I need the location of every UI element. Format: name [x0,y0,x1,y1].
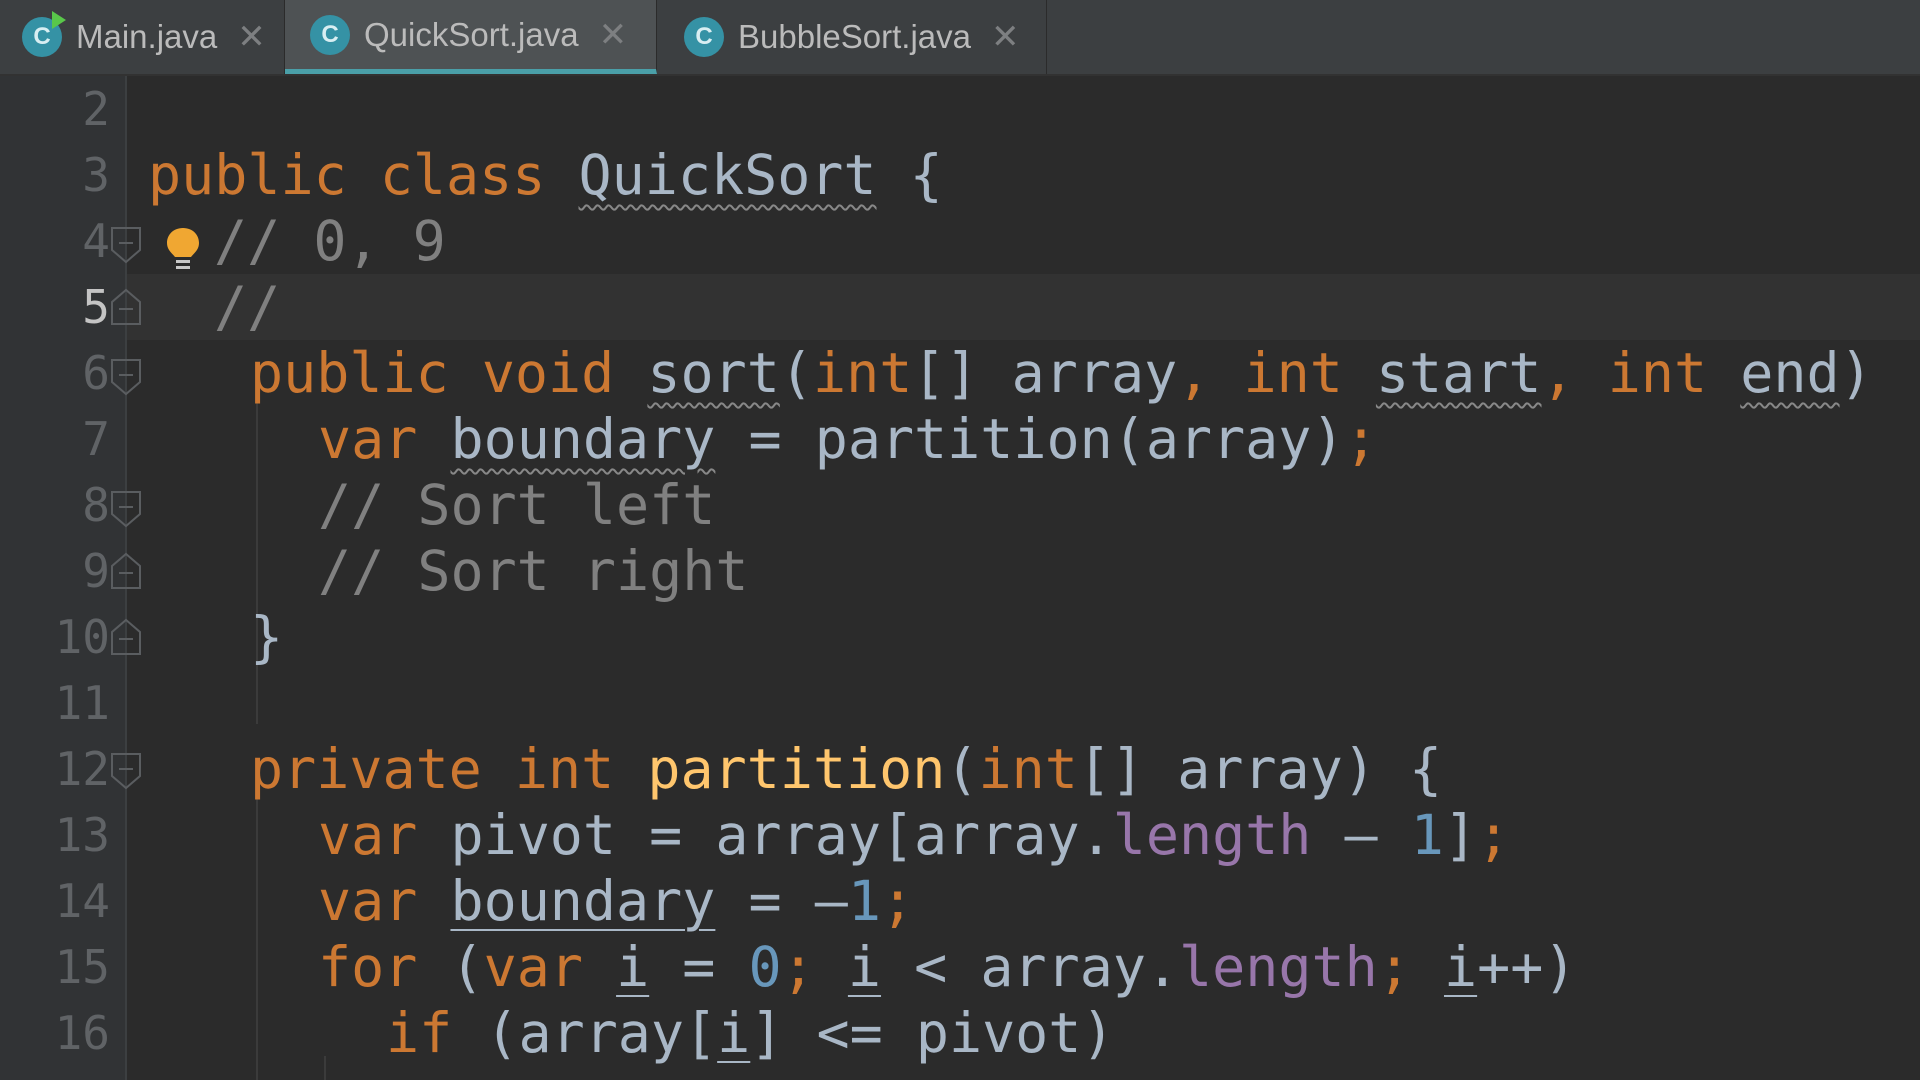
line-number: 4 [82,214,110,268]
code-line-13: var pivot = array[array.length – 1]; [318,803,1511,867]
fold-end-icon[interactable] [110,552,142,590]
code-line-10: } [250,605,284,669]
fold-start-icon[interactable] [110,490,142,528]
line-number: 17 [55,1066,110,1080]
close-icon[interactable]: ✕ [991,20,1020,54]
editor-tab-bar: C Main.java ✕ C QuickSort.java ✕ C Bubbl… [0,0,1920,76]
line-number: 9 [82,544,110,598]
line-number: 2 [82,82,110,136]
tab-label: Main.java [76,18,218,55]
line-number: 11 [54,676,110,730]
variable-boundary: boundary [450,869,716,933]
line-number: 13 [54,808,110,862]
fold-start-icon[interactable] [110,752,142,790]
variable-boundary: boundary [450,407,716,471]
code-line-4: // 0, 9 [214,209,446,273]
method-name: sort [647,341,780,405]
code-line-7: var boundary = partition(array); [318,407,1378,471]
run-badge-icon [52,11,66,29]
fold-end-icon[interactable] [110,288,142,326]
tab-main-java[interactable]: C Main.java ✕ [0,0,285,74]
fold-start-icon[interactable] [110,226,142,264]
line-number: 7 [82,412,110,466]
param-start: start [1375,341,1542,405]
line-number: 3 [82,148,110,202]
current-line-highlight [127,274,1920,340]
line-number: 12 [54,742,110,796]
code-line-16: if (array[i] <= pivot) [386,1001,1115,1065]
line-number: 14 [54,874,110,928]
line-number: 15 [54,940,110,994]
tab-quicksort-java[interactable]: C QuickSort.java ✕ [285,0,657,74]
tab-bubblesort-java[interactable]: C BubbleSort.java ✕ [657,0,1047,74]
lightbulb-icon[interactable] [164,226,202,272]
indent-guide [324,1056,326,1080]
tab-label: BubbleSort.java [738,18,971,55]
line-number: 6 [82,346,110,400]
code-line-6: public void sort(int[] array, int start,… [250,341,1873,405]
param-end: end [1740,341,1840,405]
fold-end-icon[interactable] [110,618,142,656]
code-line-5: // [214,275,281,339]
code-editor[interactable]: 2 3 4 5 6 7 8 9 10 11 12 13 14 15 16 17 [0,76,1920,1080]
tab-label: QuickSort.java [364,15,579,53]
java-class-icon: C [310,14,350,55]
line-number: 8 [82,478,110,532]
code-line-15: for (var i = 0; i < array.length; i++) [318,935,1577,999]
line-number-current: 5 [82,280,110,334]
line-number: 16 [54,1006,110,1060]
code-line-3: public class QuickSort { [148,143,943,207]
indent-guide [256,390,258,724]
close-icon[interactable]: ✕ [237,20,266,54]
code-line-9: // Sort right [318,539,749,603]
code-line-8: // Sort left [318,473,716,537]
code-line-12: private int partition(int[] array) { [250,737,1443,801]
ide-window: C Main.java ✕ C QuickSort.java ✕ C Bubbl… [0,0,1920,1080]
class-name: QuickSort [578,143,877,207]
java-class-icon: C [684,17,724,57]
fold-start-icon[interactable] [110,358,142,396]
close-icon[interactable]: ✕ [599,18,628,52]
method-name: partition [647,737,946,801]
indent-guide [256,786,258,1080]
code-line-14: var boundary = –1; [318,869,915,933]
java-class-run-icon: C [22,11,66,57]
line-number: 10 [54,610,110,664]
